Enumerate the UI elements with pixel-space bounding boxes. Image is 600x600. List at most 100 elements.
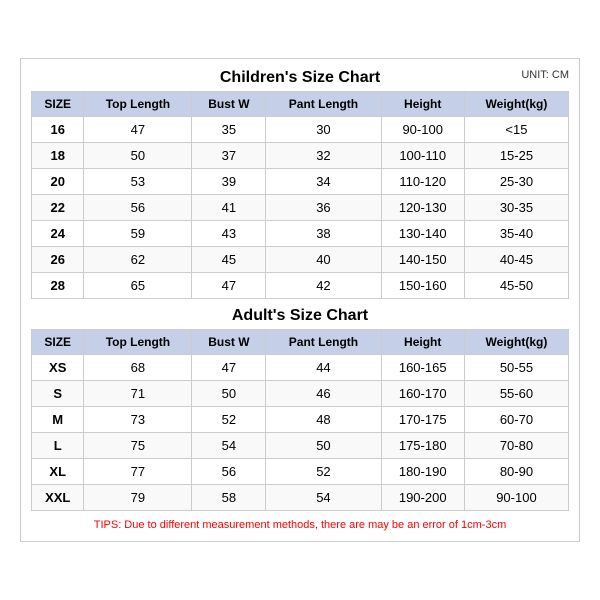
table-row: 1647353090-100<15 <box>32 117 569 143</box>
data-cell: 35 <box>192 117 266 143</box>
table-row: 20533934110-12025-30 <box>32 169 569 195</box>
data-cell: 68 <box>84 355 192 381</box>
table-row: XS684744160-16550-55 <box>32 355 569 381</box>
data-cell: 36 <box>266 195 381 221</box>
data-cell: 80-90 <box>464 459 568 485</box>
children-table-header: SIZE Top Length Bust W Pant Length Heigh… <box>32 92 569 117</box>
size-cell: 20 <box>32 169 84 195</box>
size-cell: L <box>32 433 84 459</box>
data-cell: 59 <box>84 221 192 247</box>
table-row: 22564136120-13030-35 <box>32 195 569 221</box>
size-cell: 16 <box>32 117 84 143</box>
data-cell: 130-140 <box>381 221 464 247</box>
data-cell: 73 <box>84 407 192 433</box>
col-size: SIZE <box>32 92 84 117</box>
data-cell: 110-120 <box>381 169 464 195</box>
size-cell: XXL <box>32 485 84 511</box>
size-cell: S <box>32 381 84 407</box>
data-cell: 46 <box>266 381 381 407</box>
table-row: XL775652180-19080-90 <box>32 459 569 485</box>
data-cell: 45 <box>192 247 266 273</box>
data-cell: 54 <box>192 433 266 459</box>
data-cell: 60-70 <box>464 407 568 433</box>
data-cell: 40 <box>266 247 381 273</box>
data-cell: 47 <box>84 117 192 143</box>
data-cell: 32 <box>266 143 381 169</box>
chart-main-title: Children's Size Chart UNIT: CM <box>31 69 569 87</box>
data-cell: 65 <box>84 273 192 299</box>
table-row: 28654742150-16045-50 <box>32 273 569 299</box>
data-cell: 56 <box>192 459 266 485</box>
adult-col-weight: Weight(kg) <box>464 330 568 355</box>
data-cell: 120-130 <box>381 195 464 221</box>
adult-size-table: SIZE Top Length Bust W Pant Length Heigh… <box>31 329 569 511</box>
data-cell: 34 <box>266 169 381 195</box>
adult-col-bust-w: Bust W <box>192 330 266 355</box>
data-cell: 90-100 <box>464 485 568 511</box>
adult-title: Adult's Size Chart <box>232 307 368 324</box>
data-cell: 75 <box>84 433 192 459</box>
data-cell: 170-175 <box>381 407 464 433</box>
data-cell: 50-55 <box>464 355 568 381</box>
data-cell: 71 <box>84 381 192 407</box>
data-cell: 70-80 <box>464 433 568 459</box>
adult-chart-title: Adult's Size Chart <box>31 307 569 325</box>
data-cell: <15 <box>464 117 568 143</box>
data-cell: 48 <box>266 407 381 433</box>
adult-table-body: XS684744160-16550-55S715046160-17055-60M… <box>32 355 569 511</box>
data-cell: 77 <box>84 459 192 485</box>
data-cell: 40-45 <box>464 247 568 273</box>
data-cell: 15-25 <box>464 143 568 169</box>
col-bust-w: Bust W <box>192 92 266 117</box>
data-cell: 58 <box>192 485 266 511</box>
data-cell: 44 <box>266 355 381 381</box>
table-row: XXL795854190-20090-100 <box>32 485 569 511</box>
table-row: 18503732100-11015-25 <box>32 143 569 169</box>
data-cell: 38 <box>266 221 381 247</box>
adult-table-header: SIZE Top Length Bust W Pant Length Heigh… <box>32 330 569 355</box>
data-cell: 140-150 <box>381 247 464 273</box>
size-cell: 22 <box>32 195 84 221</box>
size-cell: 24 <box>32 221 84 247</box>
size-cell: M <box>32 407 84 433</box>
data-cell: 42 <box>266 273 381 299</box>
data-cell: 35-40 <box>464 221 568 247</box>
col-top-length: Top Length <box>84 92 192 117</box>
data-cell: 30-35 <box>464 195 568 221</box>
data-cell: 50 <box>84 143 192 169</box>
data-cell: 150-160 <box>381 273 464 299</box>
data-cell: 39 <box>192 169 266 195</box>
adult-col-height: Height <box>381 330 464 355</box>
data-cell: 175-180 <box>381 433 464 459</box>
data-cell: 50 <box>192 381 266 407</box>
size-cell: XL <box>32 459 84 485</box>
data-cell: 41 <box>192 195 266 221</box>
data-cell: 54 <box>266 485 381 511</box>
data-cell: 100-110 <box>381 143 464 169</box>
table-row: M735248170-17560-70 <box>32 407 569 433</box>
data-cell: 79 <box>84 485 192 511</box>
data-cell: 53 <box>84 169 192 195</box>
data-cell: 25-30 <box>464 169 568 195</box>
size-chart-wrapper: Children's Size Chart UNIT: CM SIZE Top … <box>20 58 580 542</box>
data-cell: 180-190 <box>381 459 464 485</box>
size-cell: 28 <box>32 273 84 299</box>
data-cell: 50 <box>266 433 381 459</box>
adult-col-top-length: Top Length <box>84 330 192 355</box>
data-cell: 55-60 <box>464 381 568 407</box>
data-cell: 52 <box>266 459 381 485</box>
data-cell: 52 <box>192 407 266 433</box>
col-pant-length: Pant Length <box>266 92 381 117</box>
children-size-table: SIZE Top Length Bust W Pant Length Heigh… <box>31 91 569 299</box>
data-cell: 190-200 <box>381 485 464 511</box>
col-height: Height <box>381 92 464 117</box>
table-row: 24594338130-14035-40 <box>32 221 569 247</box>
data-cell: 43 <box>192 221 266 247</box>
data-cell: 30 <box>266 117 381 143</box>
data-cell: 47 <box>192 273 266 299</box>
tips-text: TIPS: Due to different measurement metho… <box>31 519 569 531</box>
size-cell: XS <box>32 355 84 381</box>
data-cell: 62 <box>84 247 192 273</box>
data-cell: 47 <box>192 355 266 381</box>
col-weight: Weight(kg) <box>464 92 568 117</box>
